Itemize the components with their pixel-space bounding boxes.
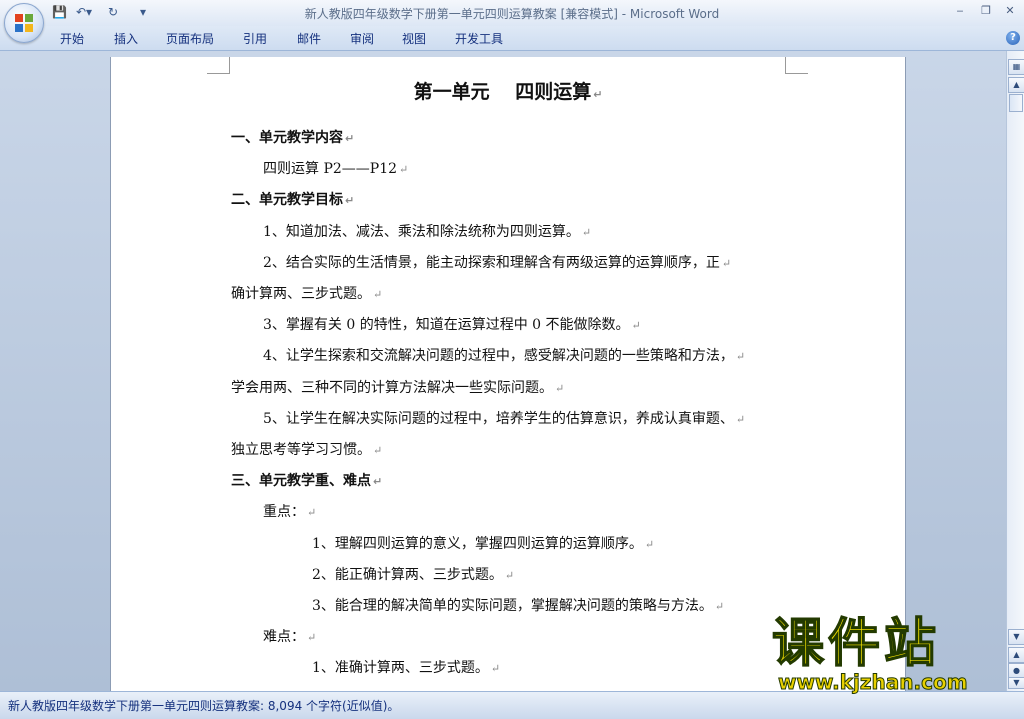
watermark-url: www.kjzhan.com bbox=[778, 670, 969, 695]
document-line-text: 2、能正确计算两、三步式题。 bbox=[312, 566, 503, 583]
document-line-text: 3、能合理的解决简单的实际问题，掌握解决问题的策略与方法。 bbox=[312, 598, 713, 614]
document-line-text: 一、单元教学内容 bbox=[231, 130, 343, 146]
paragraph-mark-icon: ↵ bbox=[307, 506, 317, 520]
tab-insert[interactable]: 插入 bbox=[114, 30, 138, 47]
paragraph-mark-icon: ↵ bbox=[399, 163, 409, 177]
document-line-text: 确计算两、三步式题。 bbox=[231, 286, 371, 302]
paragraph-mark-icon: ↵ bbox=[345, 194, 355, 208]
document-line: 3、能合理的解决简单的实际问题，掌握解决问题的策略与方法。 ↵ bbox=[312, 595, 724, 615]
document-line-text: 1、知道加法、减法、乘法和除法统称为四则运算。 bbox=[263, 223, 580, 240]
document-line: 5、让学生在解决实际问题的过程中，培养学生的估算意识，养成认真审题、 ↵ bbox=[263, 408, 745, 428]
document-line-text: 3、掌握有关 0 的特性，知道在运算过程中 0 不能做除数。 bbox=[263, 317, 630, 334]
tab-review[interactable]: 审阅 bbox=[350, 30, 374, 47]
document-line-text: 1、准确计算两、三步式题。 bbox=[312, 660, 489, 677]
document-line-text: 独立思考等学习习惯。 bbox=[231, 442, 371, 458]
margin-corner-right bbox=[785, 57, 808, 74]
title-bar: 💾 ↶▾ ↻ ▾ 新人教版四年级数学下册第一单元四则运算教案 [兼容模式] - … bbox=[0, 0, 1024, 26]
margin-corner-left bbox=[207, 57, 230, 74]
document-line: 2、结合实际的生活情景，能主动探索和理解含有两级运算的运算顺序，正 ↵ bbox=[263, 252, 731, 272]
scroll-thumb[interactable] bbox=[1009, 94, 1023, 112]
paragraph-mark-icon: ↵ bbox=[555, 381, 565, 395]
paragraph-mark-icon: ↵ bbox=[307, 631, 317, 645]
document-title: 第一单元 四则运算 ↵ bbox=[413, 81, 603, 103]
window-title: 新人教版四年级数学下册第一单元四则运算教案 [兼容模式] - Microsoft… bbox=[304, 7, 720, 21]
tab-page-layout[interactable]: 页面布局 bbox=[166, 30, 214, 47]
document-line-text: 三、单元教学重、难点 bbox=[231, 473, 371, 490]
paragraph-mark-icon: ↵ bbox=[714, 600, 725, 613]
ruler-toggle-icon[interactable]: ▦ bbox=[1008, 59, 1024, 75]
close-icon[interactable]: ✕ bbox=[998, 2, 1022, 20]
tab-developer[interactable]: 开发工具 bbox=[455, 30, 503, 47]
tab-home[interactable]: 开始 bbox=[60, 30, 84, 47]
document-line-text: 学会用两、三种不同的计算方法解决一些实际问题。 bbox=[231, 379, 553, 396]
paragraph-mark-icon: ↵ bbox=[581, 225, 592, 239]
document-line: 独立思考等学习习惯。 ↵ bbox=[231, 439, 382, 459]
office-logo-icon bbox=[15, 14, 33, 32]
tab-references[interactable]: 引用 bbox=[243, 30, 267, 47]
tab-view[interactable]: 视图 bbox=[402, 30, 426, 47]
paragraph-mark-icon: ↵ bbox=[504, 568, 515, 582]
document-line: 3、掌握有关 0 的特性，知道在运算过程中 0 不能做除数。 ↵ bbox=[263, 314, 641, 334]
scroll-up-icon[interactable]: ▲ bbox=[1008, 77, 1024, 93]
document-line: 1、理解四则运算的意义，掌握四则运算的运算顺序。 ↵ bbox=[312, 533, 654, 553]
watermark-logo-text: 课件站 bbox=[771, 613, 941, 675]
document-line: 确计算两、三步式题。 ↵ bbox=[231, 283, 382, 303]
document-line: 学会用两、三种不同的计算方法解决一些实际问题。 ↵ bbox=[231, 377, 564, 397]
paragraph-mark-icon: ↵ bbox=[644, 537, 655, 551]
document-line-text: 5、让学生在解决实际问题的过程中，培养学生的估算意识，养成认真审题、 bbox=[263, 410, 734, 427]
paragraph-mark-icon: ↵ bbox=[373, 444, 383, 457]
paragraph-mark-icon: ↵ bbox=[490, 662, 501, 676]
document-line: 1、知道加法、减法、乘法和除法统称为四则运算。 ↵ bbox=[263, 221, 591, 241]
document-workspace: 第一单元 四则运算 ↵ 一、单元教学内容 ↵ 四则运算 P2——P12 ↵ 二、单元教学目… bbox=[0, 51, 1006, 691]
restore-icon[interactable]: ❐ bbox=[974, 2, 998, 20]
paragraph-mark-icon: ↵ bbox=[373, 475, 383, 489]
office-button[interactable] bbox=[4, 3, 44, 43]
document-line: 4、让学生探索和交流解决问题的过程中，感受解决问题的一些策略和方法， ↵ bbox=[263, 345, 745, 365]
document-line: 三、单元教学重、难点 ↵ bbox=[231, 470, 382, 490]
minimize-icon[interactable]: ‒ bbox=[948, 2, 972, 20]
paragraph-mark-icon: ↵ bbox=[631, 319, 641, 333]
document-line-text: 2、结合实际的生活情景，能主动探索和理解含有两级运算的运算顺序，正 bbox=[263, 254, 720, 271]
document-line: 二、单元教学目标 ↵ bbox=[231, 189, 354, 209]
document-line: 2、能正确计算两、三步式题。 ↵ bbox=[312, 564, 514, 584]
document-line: 1、准确计算两、三步式题。 ↵ bbox=[312, 657, 500, 677]
document-line-text: 重点： bbox=[263, 504, 305, 521]
document-page[interactable]: 第一单元 四则运算 ↵ 一、单元教学内容 ↵ 四则运算 P2——P12 ↵ 二、单元教学目… bbox=[110, 57, 906, 691]
word-count-status[interactable]: 新人教版四年级数学下册第一单元四则运算教案: 8,094 个字符(近似值)。 bbox=[8, 697, 399, 714]
paragraph-mark-icon: ↵ bbox=[373, 288, 383, 301]
document-line: 难点： ↵ bbox=[263, 626, 316, 646]
paragraph-mark-icon: ↵ bbox=[345, 132, 355, 145]
document-line-text: 4、让学生探索和交流解决问题的过程中，感受解决问题的一些策略和方法， bbox=[263, 348, 734, 365]
document-line-text: 二、单元教学目标 bbox=[231, 192, 343, 209]
status-bar: 新人教版四年级数学下册第一单元四则运算教案: 8,094 个字符(近似值)。 bbox=[0, 691, 1024, 719]
site-watermark: 课件站 www.kjzhan.com bbox=[771, 613, 1012, 695]
tab-mailings[interactable]: 邮件 bbox=[297, 30, 321, 47]
document-line-text: 四则运算 P2——P12 bbox=[263, 161, 398, 178]
paragraph-mark-icon: ↵ bbox=[735, 412, 746, 426]
vertical-scrollbar[interactable]: ▦ ▲ ▼ ▲ ● ▼ bbox=[1006, 51, 1024, 691]
paragraph-mark-icon: ↵ bbox=[735, 350, 746, 364]
help-icon[interactable]: ? bbox=[1006, 31, 1020, 45]
document-line: 四则运算 P2——P12 ↵ bbox=[263, 158, 408, 178]
paragraph-mark-icon: ↵ bbox=[721, 256, 732, 270]
document-line-text: 难点： bbox=[263, 629, 305, 646]
document-line: 一、单元教学内容 ↵ bbox=[231, 127, 354, 147]
document-line-text: 1、理解四则运算的意义，掌握四则运算的运算顺序。 bbox=[312, 535, 643, 552]
ribbon-tabs: 开始 插入 页面布局 引用 邮件 审阅 视图 开发工具 ? bbox=[0, 26, 1024, 51]
document-line: 重点： ↵ bbox=[263, 501, 316, 521]
